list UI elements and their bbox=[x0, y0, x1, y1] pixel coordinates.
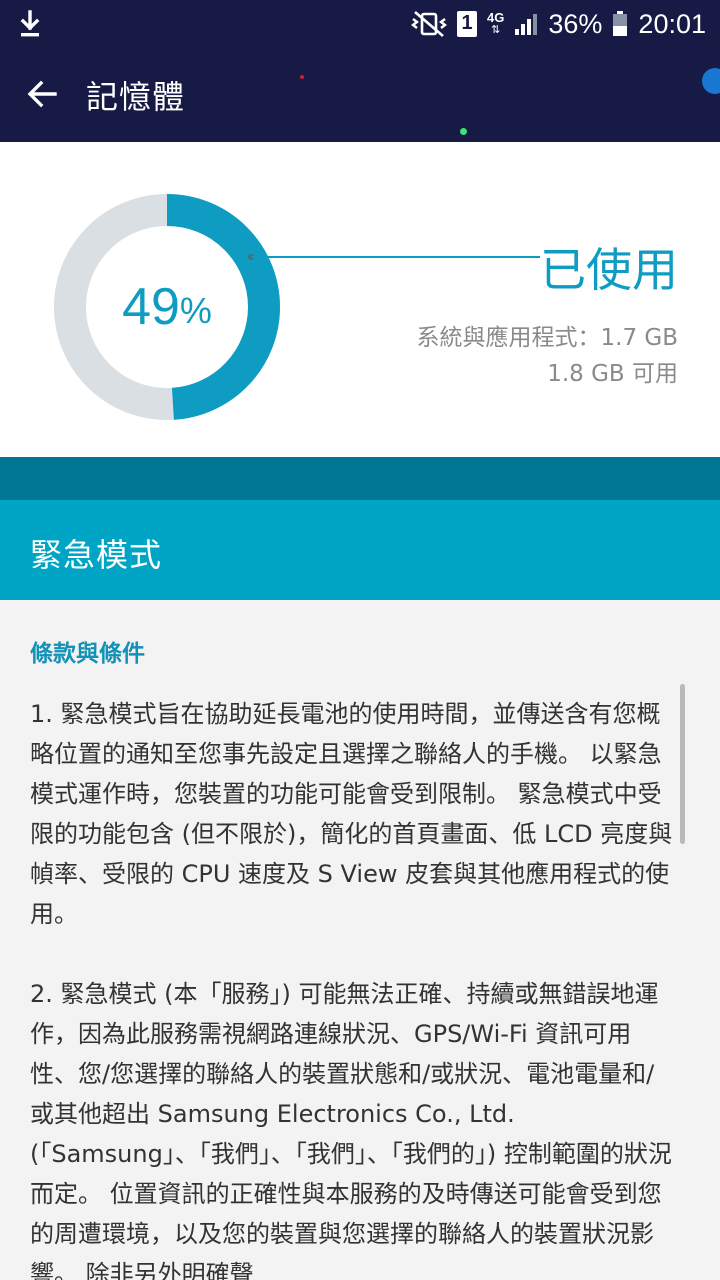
indicator-dot bbox=[460, 128, 467, 135]
top-bar: 1 4G ⇅ 36% 20:01 記憶體 bbox=[0, 0, 720, 142]
leader-line bbox=[248, 254, 540, 260]
available-memory: 1.8 GB 可用 bbox=[547, 361, 678, 387]
page-title: 記憶體 bbox=[86, 78, 186, 116]
sim-slot-number: 1 bbox=[461, 12, 473, 34]
terms-paragraph: 1. 緊急模式旨在協助延長電池的使用時間，並傳送含有您概略位置的通知至您事先設定… bbox=[30, 700, 673, 928]
terms-subheading: 條款與條件 bbox=[30, 641, 145, 667]
terms-content[interactable]: 條款與條件 1. 緊急模式旨在協助延長電池的使用時間，並傳送含有您概略位置的通知… bbox=[0, 600, 720, 1280]
dialog-header: 緊急模式 bbox=[0, 500, 720, 600]
network-4g-icon: 4G ⇅ bbox=[487, 10, 505, 36]
used-label: 已使用 bbox=[540, 243, 678, 297]
scrollbar[interactable] bbox=[680, 684, 685, 844]
indicator-dot bbox=[300, 75, 304, 79]
floating-bubble[interactable] bbox=[702, 68, 720, 94]
percent-sign: % bbox=[179, 290, 212, 331]
battery-icon bbox=[613, 11, 628, 36]
status-bar: 1 4G ⇅ 36% 20:01 bbox=[0, 0, 720, 48]
dialog-shadow-strip bbox=[0, 457, 720, 503]
system-apps-usage: 系統與應用程式：1.7 GB bbox=[416, 325, 679, 351]
arrow-left-icon[interactable] bbox=[26, 78, 58, 110]
battery-percent: 36% bbox=[548, 8, 603, 39]
dialog-title: 緊急模式 bbox=[30, 536, 163, 574]
signal-icon bbox=[515, 14, 538, 35]
sim-card-icon: 1 bbox=[457, 11, 478, 37]
mute-vibrate-icon bbox=[411, 11, 448, 37]
terms-paragraph: 2. 緊急模式 (本「服務」) 可能無法正確、持續或無錯誤地運作，因為此服務需視… bbox=[30, 980, 672, 1280]
used-percent: 49% bbox=[52, 192, 282, 422]
clock: 20:01 bbox=[638, 8, 706, 39]
used-percent-value: 49 bbox=[122, 278, 180, 336]
memory-usage-card: 49% 已使用 系統與應用程式：1.7 GB 1.8 GB 可用 bbox=[0, 142, 720, 457]
download-icon bbox=[20, 10, 40, 37]
